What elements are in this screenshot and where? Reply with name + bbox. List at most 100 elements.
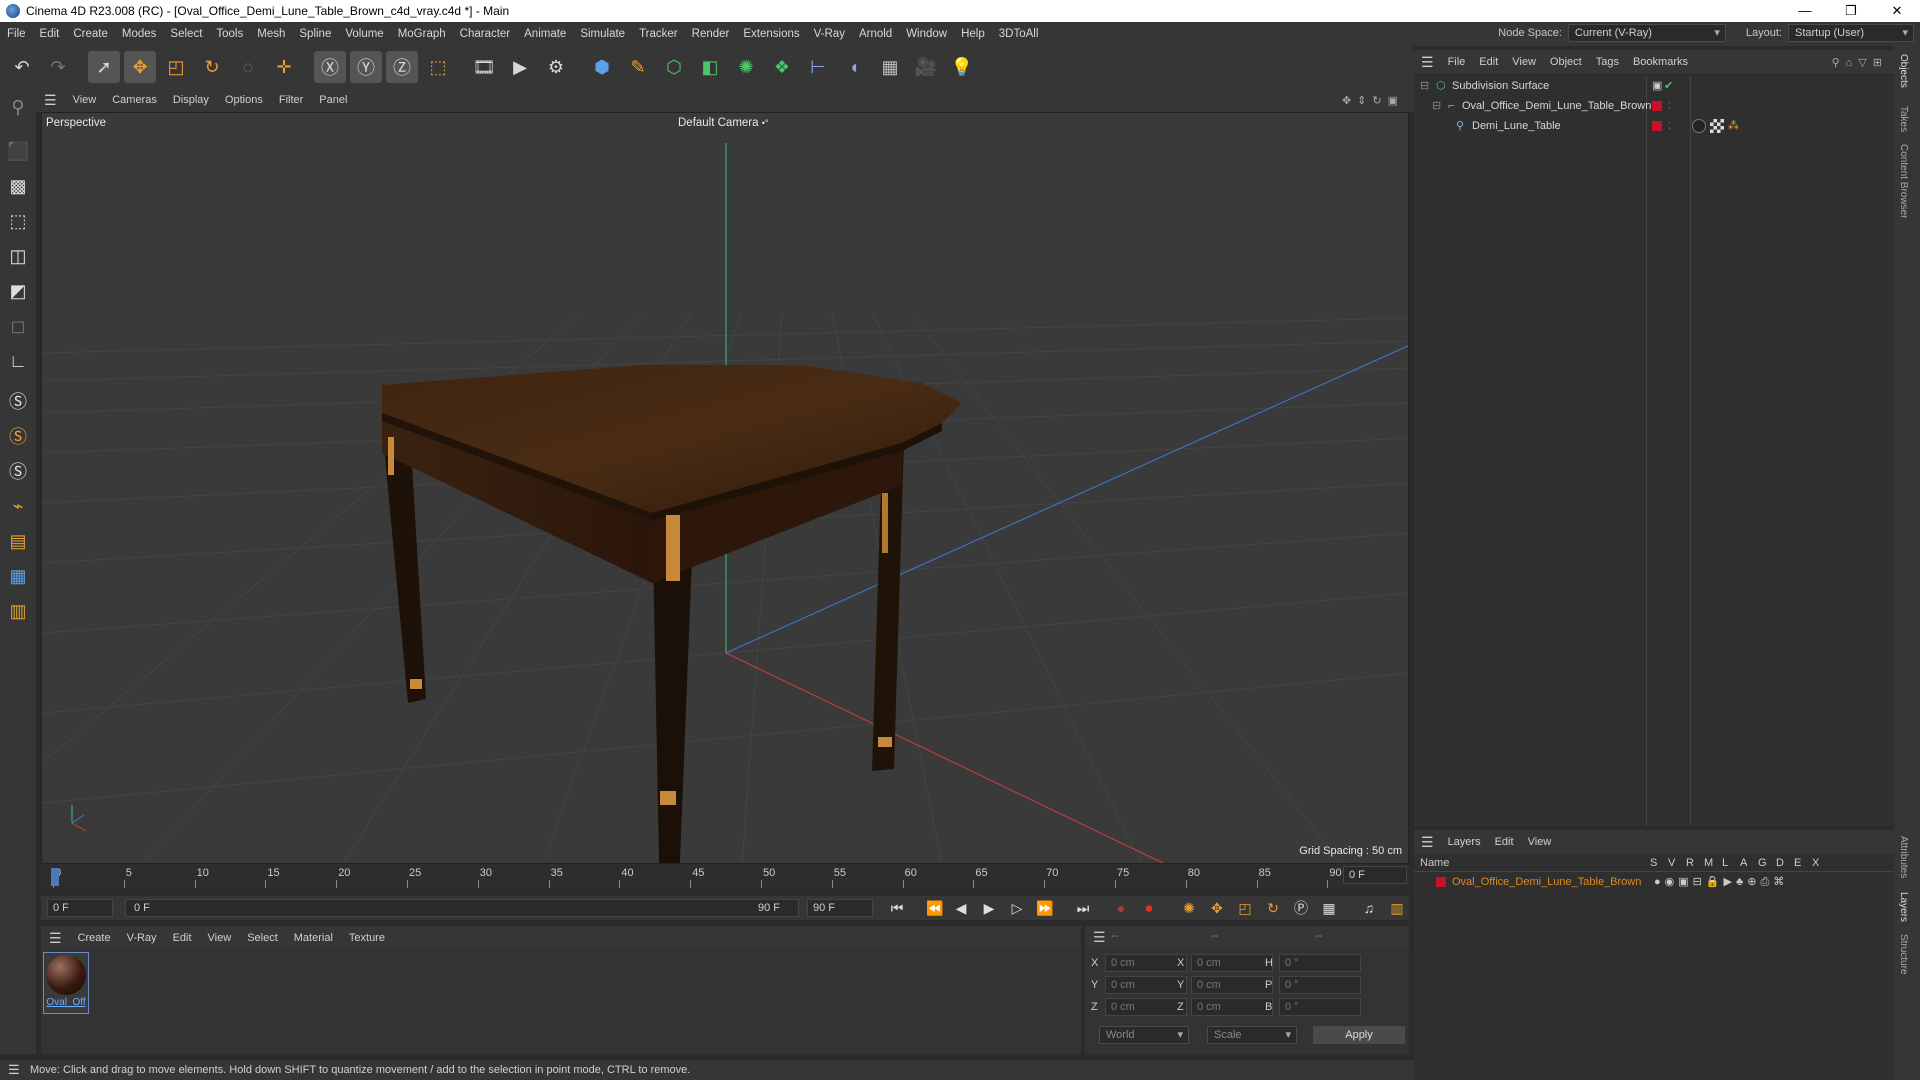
render-region-icon[interactable]: 🎞 (468, 51, 500, 83)
menu-tracker[interactable]: Tracker (632, 28, 685, 40)
coord-value-field[interactable]: 0 ° (1279, 954, 1361, 972)
objects-menu-edit[interactable]: Edit (1472, 56, 1505, 68)
quantize-icon[interactable]: Ⓢ (3, 455, 33, 487)
material-menu-create[interactable]: Create (70, 932, 119, 944)
visibility-dots-icon[interactable]: ⁚ (1668, 96, 1671, 116)
deformer-icon[interactable]: ◖ (838, 51, 870, 83)
next-frame-icon[interactable]: ▷ (1007, 898, 1027, 918)
light-icon[interactable]: 💡 (946, 51, 978, 83)
objects-menu-object[interactable]: Object (1543, 56, 1589, 68)
current-frame-field[interactable]: 0 F (1343, 866, 1407, 884)
coord-value-field[interactable]: 0 cm (1191, 954, 1273, 972)
objects-menu-view[interactable]: View (1505, 56, 1543, 68)
coord-system-icon[interactable]: ⬚ (422, 51, 454, 83)
floor-icon[interactable]: ▦ (874, 51, 906, 83)
menu-vray[interactable]: V-Ray (807, 28, 852, 40)
menu-volume[interactable]: Volume (338, 28, 390, 40)
edges-mode-icon[interactable]: ◫ (3, 240, 33, 272)
key-rotate-icon[interactable]: ↻ (1263, 898, 1283, 918)
rotate-icon[interactable]: ↻ (196, 51, 228, 83)
menu-arnold[interactable]: Arnold (852, 28, 899, 40)
coord-size-mode-dropdown[interactable]: Scale (1207, 1026, 1297, 1044)
axis-icon[interactable]: ✛ (268, 51, 300, 83)
viewport-menu-view[interactable]: View (65, 94, 105, 106)
polygons-mode-icon[interactable]: ◩ (3, 275, 33, 307)
live-select-icon[interactable]: ◌ (232, 51, 264, 83)
viewport-menu-display[interactable]: Display (165, 94, 217, 106)
next-key-icon[interactable]: ⏩ (1035, 898, 1055, 918)
timeline-icon[interactable]: ♫ (1359, 898, 1379, 918)
collapse-icon[interactable]: ⊟ (1432, 96, 1441, 116)
viewport-nav-icons[interactable]: ✥⇕↻▣ (1342, 94, 1404, 107)
redo-icon[interactable]: ↷ (42, 51, 74, 83)
scale-icon[interactable]: ◰ (160, 51, 192, 83)
goto-start-icon[interactable]: ⏮ (887, 898, 907, 918)
menu-3dtoall[interactable]: 3DToAll (992, 28, 1046, 40)
menu-tools[interactable]: Tools (209, 28, 250, 40)
menu-help[interactable]: Help (954, 28, 992, 40)
coord-value-field[interactable]: 0 ° (1279, 998, 1361, 1016)
object-row[interactable]: ⊟ ⬡ Subdivision Surface ▣ ✔ (1414, 76, 1894, 96)
status-menu-icon[interactable]: ☰ (8, 1060, 20, 1080)
viewport[interactable]: Perspective Default Camera •° Grid Spaci… (41, 112, 1409, 864)
enabled-check-icon[interactable]: ✔ (1664, 76, 1673, 96)
coords-hamburger-icon[interactable]: ☰ (1093, 929, 1106, 946)
layer-color-swatch[interactable] (1652, 121, 1662, 131)
tab-takes[interactable]: Takes (1898, 106, 1909, 132)
maximize-button[interactable]: ❐ (1828, 0, 1874, 22)
layer-flag-header[interactable]: D (1776, 854, 1784, 872)
workplane-grid-icon[interactable]: ▤ (3, 525, 33, 557)
coord-value-field[interactable]: 0 cm (1105, 998, 1187, 1016)
undo-icon[interactable]: ↶ (6, 51, 38, 83)
coord-mode-dropdown[interactable]: World (1099, 1026, 1189, 1044)
material-tag-icon[interactable] (1692, 119, 1706, 133)
layer-row[interactable]: Oval_Office_Demi_Lune_Table_Brown ●◉▣⊟🔒▶… (1414, 872, 1894, 892)
layers-hamburger-icon[interactable]: ☰ (1414, 834, 1441, 851)
end-frame-field[interactable]: 90 F (807, 899, 873, 917)
menu-extensions[interactable]: Extensions (736, 28, 806, 40)
ik-icon[interactable]: ⊢ (802, 51, 834, 83)
edit-toggle-icon[interactable]: ▣ (1652, 76, 1662, 96)
material-menu-select[interactable]: Select (239, 932, 286, 944)
layer-flag-header[interactable]: V (1668, 854, 1675, 872)
minimize-button[interactable]: — (1782, 0, 1828, 22)
close-button[interactable]: ✕ (1874, 0, 1920, 22)
y-axis-icon[interactable]: Ⓨ (350, 51, 382, 83)
layers-menu-view[interactable]: View (1521, 836, 1559, 848)
material-menu-material[interactable]: Material (286, 932, 341, 944)
menu-simulate[interactable]: Simulate (573, 28, 632, 40)
z-axis-icon[interactable]: Ⓩ (386, 51, 418, 83)
object-row[interactable]: ⊟ ⌐ Oval_Office_Demi_Lune_Table_Brown ⁚ (1414, 96, 1894, 116)
material-menu-vray[interactable]: V-Ray (119, 932, 165, 944)
workplane-icon[interactable]: ∟ (3, 345, 33, 377)
layer-flag-header[interactable]: A (1740, 854, 1747, 872)
viewport-menu-cameras[interactable]: Cameras (104, 94, 165, 106)
playhead[interactable] (51, 868, 59, 886)
key-scale-icon[interactable]: ◰ (1235, 898, 1255, 918)
timeline-ruler[interactable]: 051015202530354045505560657075808590 0 F (41, 864, 1409, 888)
render-view-icon[interactable]: ▶ (504, 51, 536, 83)
prev-key-icon[interactable]: ⏪ (925, 898, 945, 918)
layers-menu-edit[interactable]: Edit (1488, 836, 1521, 848)
menu-create[interactable]: Create (66, 28, 115, 40)
viewport-menu-panel[interactable]: Panel (311, 94, 355, 106)
tab-objects[interactable]: Objects (1898, 54, 1909, 88)
coord-value-field[interactable]: 0 ° (1279, 976, 1361, 994)
menu-window[interactable]: Window (899, 28, 954, 40)
goto-end-icon[interactable]: ⏭ (1073, 898, 1093, 918)
play-icon[interactable]: ▶ (979, 898, 999, 918)
voronoi-icon[interactable]: ❖ (766, 51, 798, 83)
objects-menu-bookmarks[interactable]: Bookmarks (1626, 56, 1695, 68)
layout-dropdown[interactable]: Startup (User) (1788, 24, 1914, 42)
snap-icon[interactable]: Ⓢ (3, 385, 33, 417)
tab-layers[interactable]: Layers (1898, 892, 1909, 922)
layer-flag-header[interactable]: G (1758, 854, 1767, 872)
material-menu-texture[interactable]: Texture (341, 932, 393, 944)
material-menu-view[interactable]: View (200, 932, 240, 944)
coord-value-field[interactable]: 0 cm (1191, 998, 1273, 1016)
key-move-icon[interactable]: ✥ (1207, 898, 1227, 918)
points-mode-icon[interactable]: ⬚ (3, 205, 33, 237)
key-param-icon[interactable]: Ⓟ (1291, 898, 1311, 918)
subdivision-icon[interactable]: ⬡ (658, 51, 690, 83)
menu-edit[interactable]: Edit (33, 28, 67, 40)
